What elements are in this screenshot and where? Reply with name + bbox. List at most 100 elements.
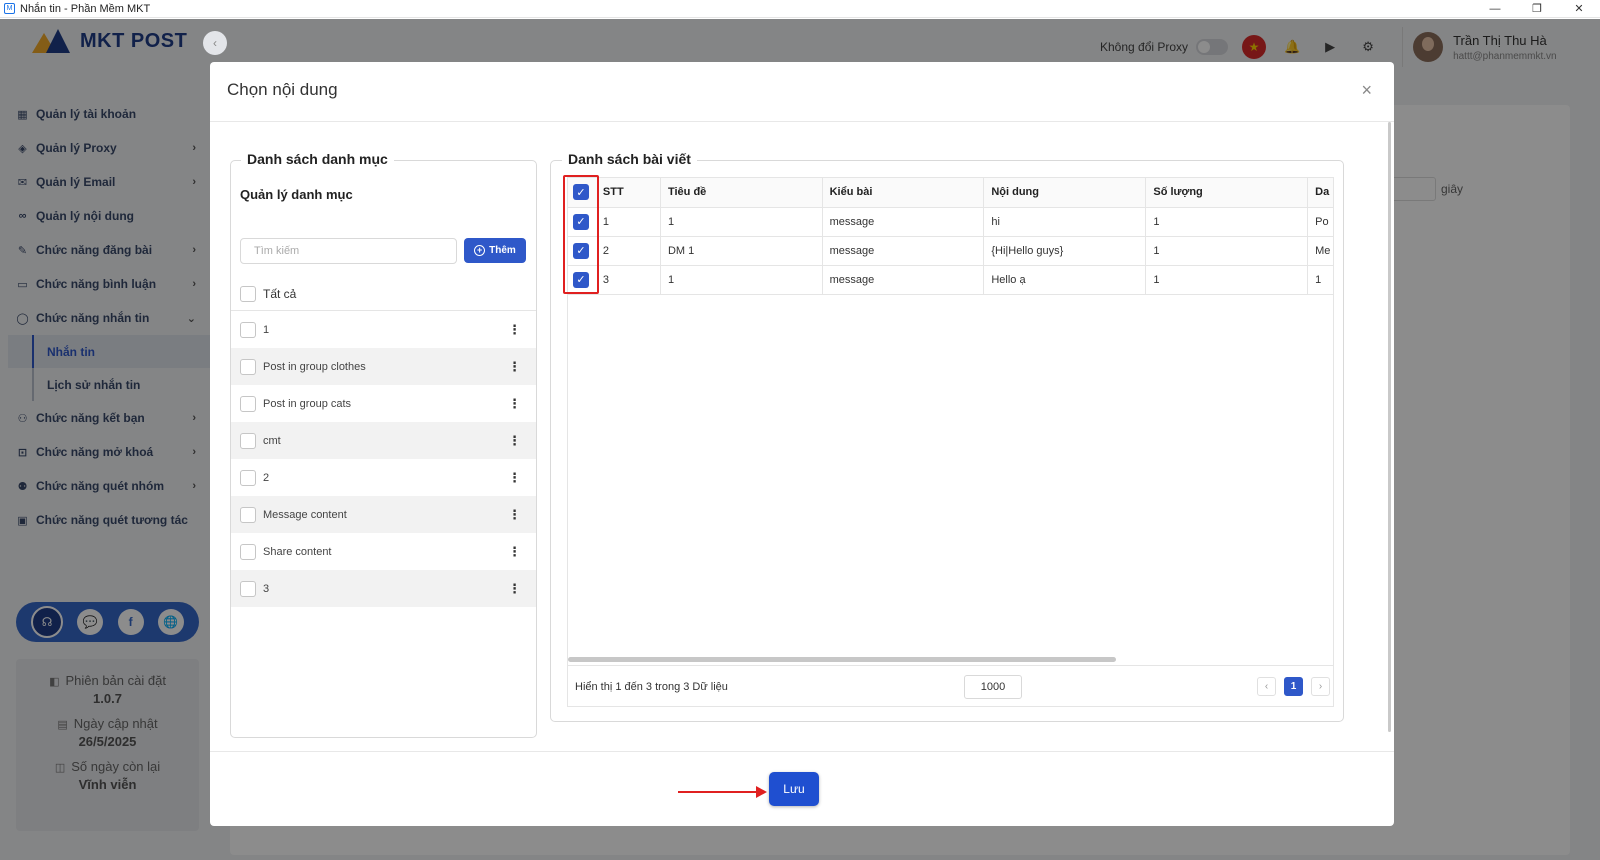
checkbox[interactable] xyxy=(240,286,256,302)
category-item[interactable]: Message content ⋮ xyxy=(231,496,536,533)
column-header-title[interactable]: Tiêu đề xyxy=(660,178,823,208)
sidebar-collapse-button[interactable]: ‹ xyxy=(203,31,227,55)
table-header-row: ✓ STT Tiêu đề Kiểu bài Nội dung Số lượng… xyxy=(568,178,1333,208)
modal-scrollbar[interactable] xyxy=(1388,122,1391,732)
more-vertical-icon[interactable]: ⋮ xyxy=(508,581,521,597)
cell-extra: Me xyxy=(1307,236,1333,266)
divider xyxy=(210,751,1394,752)
cell-content: {Hi|Hello guys} xyxy=(983,236,1147,266)
category-label: Post in group clothes xyxy=(263,360,366,373)
checkbox[interactable] xyxy=(240,469,256,486)
more-vertical-icon[interactable]: ⋮ xyxy=(508,433,521,449)
category-item[interactable]: 3 ⋮ xyxy=(231,570,536,607)
prev-page-button[interactable]: ‹ xyxy=(1257,677,1276,696)
post-table: ✓ STT Tiêu đề Kiểu bài Nội dung Số lượng… xyxy=(568,178,1333,295)
next-page-button[interactable]: › xyxy=(1311,677,1330,696)
cell-type: message xyxy=(822,236,985,266)
category-manage-title: Quản lý danh mục xyxy=(240,187,353,202)
more-vertical-icon[interactable]: ⋮ xyxy=(508,359,521,375)
cell-extra: 1 xyxy=(1307,265,1333,295)
cell-content: hi xyxy=(983,207,1147,237)
cell-type: message xyxy=(822,207,985,237)
modal-title: Chọn nội dung xyxy=(227,80,338,99)
cell-stt: 1 xyxy=(595,207,661,237)
column-header-content[interactable]: Nội dung xyxy=(983,178,1147,208)
page-size-select[interactable]: 1000 xyxy=(964,675,1022,699)
more-vertical-icon[interactable]: ⋮ xyxy=(508,507,521,523)
cell-title: 1 xyxy=(660,265,823,295)
post-panel: Danh sách bài viết ✓ STT Tiêu đề Kiểu bà… xyxy=(550,151,1344,722)
table-row[interactable]: ✓ 1 1 message hi 1 Po xyxy=(568,207,1333,237)
cell-type: message xyxy=(822,265,985,295)
column-header-quantity[interactable]: Số lượng xyxy=(1145,178,1309,208)
checkbox[interactable] xyxy=(240,506,256,523)
pagination-info: Hiển thị 1 đến 3 trong 3 Dữ liệu xyxy=(575,681,728,693)
pagination: ‹ 1 › xyxy=(1249,677,1330,696)
arrow-head-icon xyxy=(756,786,767,798)
column-header-stt[interactable]: STT xyxy=(595,178,661,208)
select-all-label: Tất cả xyxy=(263,287,297,301)
close-window-button[interactable]: ✕ xyxy=(1558,0,1600,18)
cell-title: 1 xyxy=(660,207,823,237)
table-row[interactable]: ✓ 2 DM 1 message {Hi|Hello guys} 1 Me xyxy=(568,236,1333,266)
category-search-input[interactable] xyxy=(240,238,457,264)
category-panel-legend: Danh sách danh mục xyxy=(241,151,394,167)
category-list: 1 ⋮ Post in group clothes ⋮ Post in group … xyxy=(231,310,536,607)
category-label: Message content xyxy=(263,508,347,521)
cell-stt: 2 xyxy=(595,236,661,266)
select-all-categories[interactable]: Tất cả xyxy=(240,286,296,302)
category-item[interactable]: Post in group cats ⋮ xyxy=(231,385,536,422)
cell-content: Hello ạ xyxy=(983,265,1147,295)
page-button-current[interactable]: 1 xyxy=(1284,677,1303,696)
category-item[interactable]: Post in group clothes ⋮ xyxy=(231,348,536,385)
category-item[interactable]: cmt ⋮ xyxy=(231,422,536,459)
cell-extra: Po xyxy=(1307,207,1333,237)
checkbox[interactable] xyxy=(240,321,256,338)
category-label: Share content xyxy=(263,545,332,558)
checkbox[interactable] xyxy=(240,543,256,560)
category-label: Post in group cats xyxy=(263,397,352,410)
cell-title: DM 1 xyxy=(660,236,823,266)
column-header-extra[interactable]: Da xyxy=(1307,178,1333,208)
category-item[interactable]: 1 ⋮ xyxy=(231,311,536,348)
maximize-button[interactable]: ❐ xyxy=(1516,0,1558,18)
checkbox[interactable] xyxy=(240,395,256,412)
more-vertical-icon[interactable]: ⋮ xyxy=(508,544,521,560)
column-header-type[interactable]: Kiểu bài xyxy=(822,178,985,208)
save-button[interactable]: Lưu xyxy=(769,772,819,806)
post-table-container: ✓ STT Tiêu đề Kiểu bài Nội dung Số lượng… xyxy=(567,177,1334,707)
plus-icon: + xyxy=(474,245,486,256)
category-panel: Danh sách danh mục Quản lý danh mục + Th… xyxy=(230,151,537,738)
close-icon[interactable]: × xyxy=(1361,80,1372,101)
arrow-annotation xyxy=(678,791,760,793)
cell-quantity: 1 xyxy=(1145,236,1309,266)
more-vertical-icon[interactable]: ⋮ xyxy=(508,396,521,412)
table-footer: Hiển thị 1 đến 3 trong 3 Dữ liệu 1000 ‹ … xyxy=(568,665,1333,706)
cell-quantity: 1 xyxy=(1145,207,1309,237)
checkbox[interactable] xyxy=(240,358,256,375)
window-controls: — ❐ ✕ xyxy=(1474,0,1600,18)
cell-stt: 3 xyxy=(595,265,661,295)
category-label: 1 xyxy=(263,323,270,336)
category-label: 3 xyxy=(263,582,270,595)
window-titlebar: M Nhắn tin - Phần Mềm MKT — ❐ ✕ xyxy=(0,0,1600,18)
category-label: 2 xyxy=(263,471,270,484)
table-row[interactable]: ✓ 3 1 message Hello ạ 1 1 xyxy=(568,265,1333,295)
category-label: cmt xyxy=(263,434,281,447)
checkbox[interactable] xyxy=(240,580,256,597)
add-category-button[interactable]: + Thêm xyxy=(464,238,526,263)
post-panel-legend: Danh sách bài viết xyxy=(562,151,697,167)
highlight-annotation-box xyxy=(563,175,599,294)
app-icon: M xyxy=(4,3,15,14)
more-vertical-icon[interactable]: ⋮ xyxy=(508,322,521,338)
minimize-button[interactable]: — xyxy=(1474,0,1516,18)
divider xyxy=(210,121,1394,122)
category-item[interactable]: Share content ⋮ xyxy=(231,533,536,570)
category-item[interactable]: 2 ⋮ xyxy=(231,459,536,496)
add-category-label: Thêm xyxy=(489,245,516,256)
choose-content-modal: Chọn nội dung × Danh sách danh mục Quản … xyxy=(210,62,1394,826)
checkbox[interactable] xyxy=(240,432,256,449)
cell-quantity: 1 xyxy=(1145,265,1309,295)
more-vertical-icon[interactable]: ⋮ xyxy=(508,470,521,486)
table-horizontal-scrollbar[interactable] xyxy=(568,657,1116,662)
